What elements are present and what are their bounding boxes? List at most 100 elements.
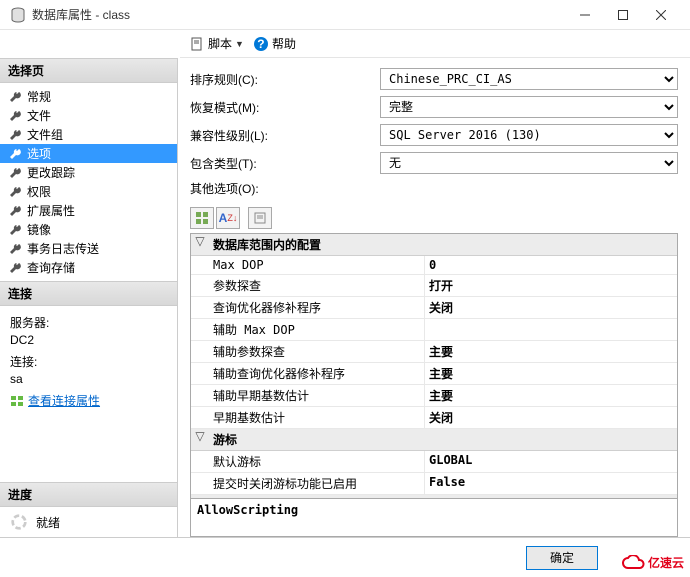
sidebar-item[interactable]: 事务日志传送	[0, 239, 177, 258]
sidebar-item[interactable]: 文件组	[0, 125, 177, 144]
script-icon	[190, 37, 204, 51]
properties-page-button[interactable]	[248, 207, 272, 229]
prop-value[interactable]: 0	[425, 256, 677, 274]
script-dropdown[interactable]: 脚本 ▼	[190, 35, 244, 52]
collapse-icon[interactable]: ▽	[191, 234, 209, 255]
prop-value[interactable]: 关闭	[425, 407, 677, 428]
sidebar-item-label: 选项	[27, 145, 51, 162]
collation-select[interactable]: Chinese_PRC_CI_AS	[380, 68, 678, 90]
prop-name: Max DOP	[191, 256, 425, 274]
containment-label: 包含类型(T):	[190, 155, 380, 172]
minimize-button[interactable]	[566, 0, 604, 30]
sidebar-item[interactable]: 查询存储	[0, 258, 177, 277]
prop-row[interactable]: 早期基数估计关闭	[191, 407, 677, 429]
prop-value[interactable]: GLOBAL	[425, 451, 677, 472]
content-area: 排序规则(C): Chinese_PRC_CI_AS 恢复模式(M): 完整 兼…	[178, 58, 690, 537]
prop-value[interactable]: 关闭	[425, 297, 677, 318]
prop-value[interactable]: 主要	[425, 385, 677, 406]
progress-header: 进度	[0, 482, 177, 507]
wrench-icon	[8, 128, 22, 142]
prop-value[interactable]: 主要	[425, 363, 677, 384]
property-grid[interactable]: ▽数据库范围内的配置Max DOP0参数探查打开查询优化器修补程序关闭辅助 Ma…	[190, 233, 678, 499]
window-title: 数据库属性 - class	[32, 6, 566, 23]
wrench-icon	[8, 242, 22, 256]
wrench-icon	[8, 166, 22, 180]
wrench-icon	[8, 261, 22, 275]
prop-value[interactable]: 主要	[425, 341, 677, 362]
prop-row[interactable]: 提交时关闭游标功能已启用False	[191, 473, 677, 495]
spinner-icon	[10, 513, 28, 531]
sidebar-item[interactable]: 常规	[0, 87, 177, 106]
sidebar-item-label: 常规	[27, 88, 51, 105]
recovery-select[interactable]: 完整	[380, 96, 678, 118]
dialog-footer: 确定 取消	[0, 537, 690, 577]
collapse-icon[interactable]: ▽	[191, 429, 209, 450]
prop-category[interactable]: ▽游标	[191, 429, 677, 451]
sidebar-item[interactable]: 权限	[0, 182, 177, 201]
sidebar-item[interactable]: 选项	[0, 144, 177, 163]
prop-name: 查询优化器修补程序	[191, 297, 425, 318]
conn-label: 连接:	[10, 353, 167, 370]
close-button[interactable]	[642, 0, 680, 30]
select-page-header: 选择页	[0, 58, 177, 83]
prop-row[interactable]: 辅助查询优化器修补程序主要	[191, 363, 677, 385]
wrench-icon	[8, 223, 22, 237]
window-titlebar: 数据库属性 - class	[0, 0, 690, 30]
wrench-icon	[8, 109, 22, 123]
prop-name: 辅助 Max DOP	[191, 319, 425, 340]
database-icon	[10, 7, 26, 23]
sidebar-item-label: 权限	[27, 183, 51, 200]
sidebar-item-label: 查询存储	[27, 259, 75, 276]
prop-row[interactable]: Max DOP0	[191, 256, 677, 275]
prop-value[interactable]: False	[425, 473, 677, 494]
help-button[interactable]: ? 帮助	[254, 35, 296, 52]
status-text: 就绪	[36, 514, 60, 531]
sidebar-item-label: 镜像	[27, 221, 51, 238]
maximize-button[interactable]	[604, 0, 642, 30]
property-view-toolbar: AZ↓	[190, 207, 678, 229]
wrench-icon	[8, 185, 22, 199]
properties-icon	[10, 394, 24, 408]
prop-category-label: 数据库范围内的配置	[209, 234, 325, 255]
script-label: 脚本	[208, 35, 232, 52]
prop-name: 辅助参数探查	[191, 341, 425, 362]
sidebar: 选择页 常规文件文件组选项更改跟踪权限扩展属性镜像事务日志传送查询存储 连接 服…	[0, 58, 178, 537]
prop-category[interactable]: ▽数据库范围内的配置	[191, 234, 677, 256]
connection-header: 连接	[0, 281, 177, 306]
prop-name: 辅助查询优化器修补程序	[191, 363, 425, 384]
prop-row[interactable]: 辅助早期基数估计主要	[191, 385, 677, 407]
chevron-down-icon: ▼	[235, 39, 244, 49]
other-options-label: 其他选项(O):	[190, 180, 380, 197]
property-help-box: AllowScripting	[190, 499, 678, 537]
wrench-icon	[8, 204, 22, 218]
prop-name: 参数探查	[191, 275, 425, 296]
sidebar-item-label: 更改跟踪	[27, 164, 75, 181]
wrench-icon	[8, 147, 22, 161]
prop-row[interactable]: 查询优化器修补程序关闭	[191, 297, 677, 319]
prop-value[interactable]	[425, 319, 677, 340]
view-props-text: 查看连接属性	[28, 392, 100, 409]
prop-name: 辅助早期基数估计	[191, 385, 425, 406]
compat-select[interactable]: SQL Server 2016 (130)	[380, 124, 678, 146]
server-value: DC2	[10, 333, 167, 347]
sidebar-item[interactable]: 更改跟踪	[0, 163, 177, 182]
sidebar-item-label: 文件组	[27, 126, 63, 143]
alphabetical-view-button[interactable]: AZ↓	[216, 207, 240, 229]
sidebar-item[interactable]: 镜像	[0, 220, 177, 239]
sidebar-item[interactable]: 扩展属性	[0, 201, 177, 220]
sidebar-item[interactable]: 文件	[0, 106, 177, 125]
toolbar: 脚本 ▼ ? 帮助	[180, 30, 690, 58]
prop-row[interactable]: 默认游标GLOBAL	[191, 451, 677, 473]
prop-value[interactable]: 打开	[425, 275, 677, 296]
view-connection-props-link[interactable]: 查看连接属性	[10, 392, 167, 409]
prop-row[interactable]: 辅助参数探查主要	[191, 341, 677, 363]
containment-select[interactable]: 无	[380, 152, 678, 174]
prop-row[interactable]: 辅助 Max DOP	[191, 319, 677, 341]
prop-row[interactable]: 参数探查打开	[191, 275, 677, 297]
categorized-view-button[interactable]	[190, 207, 214, 229]
sidebar-item-label: 文件	[27, 107, 51, 124]
prop-name: 早期基数估计	[191, 407, 425, 428]
ok-button[interactable]: 确定	[526, 546, 598, 570]
prop-name: 默认游标	[191, 451, 425, 472]
sidebar-item-label: 扩展属性	[27, 202, 75, 219]
